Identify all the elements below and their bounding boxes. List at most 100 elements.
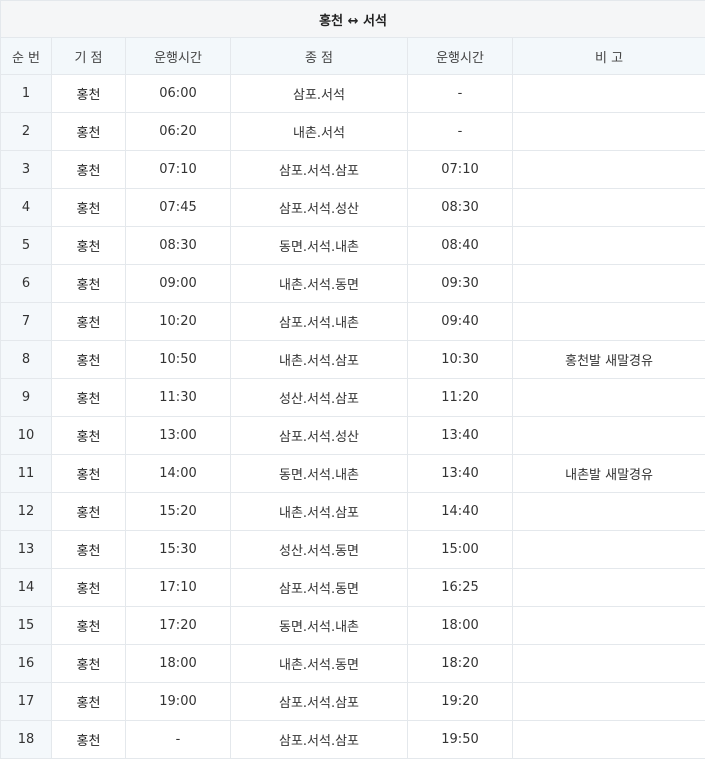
destination-cell: 삼포.서석.삼포 (231, 683, 408, 721)
departure-time-cell: 15:30 (126, 531, 231, 569)
origin-cell: 홍천 (52, 379, 126, 417)
return-time-cell: 11:20 (408, 379, 513, 417)
return-time-cell: 10:30 (408, 341, 513, 379)
row-number: 6 (1, 265, 52, 303)
origin-cell: 홍천 (52, 645, 126, 683)
table-row: 3홍천07:10삼포.서석.삼포07:10 (1, 151, 705, 189)
table-row: 11홍천14:00동면.서석.내촌13:40내촌발 새말경유 (1, 455, 705, 493)
departure-time-cell: - (126, 721, 231, 759)
remarks-cell: 홍천발 새말경유 (513, 341, 705, 379)
remarks-cell (513, 151, 705, 189)
row-number: 17 (1, 683, 52, 721)
departure-time-cell: 15:20 (126, 493, 231, 531)
destination-cell: 동면.서석.내촌 (231, 455, 408, 493)
remarks-cell (513, 379, 705, 417)
origin-cell: 홍천 (52, 607, 126, 645)
departure-time-cell: 10:20 (126, 303, 231, 341)
header-remarks: 비 고 (513, 38, 705, 75)
departure-time-cell: 09:00 (126, 265, 231, 303)
remarks-cell (513, 607, 705, 645)
table-row: 8홍천10:50내촌.서석.삼포10:30홍천발 새말경유 (1, 341, 705, 379)
row-number: 7 (1, 303, 52, 341)
table-row: 4홍천07:45삼포.서석.성산08:30 (1, 189, 705, 227)
origin-cell: 홍천 (52, 227, 126, 265)
origin-cell: 홍천 (52, 151, 126, 189)
remarks-cell (513, 417, 705, 455)
origin-cell: 홍천 (52, 75, 126, 113)
return-time-cell: 07:10 (408, 151, 513, 189)
row-number: 8 (1, 341, 52, 379)
return-time-cell: 19:50 (408, 721, 513, 759)
return-time-cell: - (408, 113, 513, 151)
return-time-cell: 08:40 (408, 227, 513, 265)
departure-time-cell: 13:00 (126, 417, 231, 455)
row-number: 13 (1, 531, 52, 569)
departure-time-cell: 10:50 (126, 341, 231, 379)
departure-time-cell: 17:10 (126, 569, 231, 607)
origin-cell: 홍천 (52, 341, 126, 379)
remarks-cell (513, 683, 705, 721)
return-time-cell: 18:00 (408, 607, 513, 645)
table-row: 13홍천15:30성산.서석.동면15:00 (1, 531, 705, 569)
bus-schedule-table: 홍천 ↔ 서석 순 번 기 점 운행시간 종 점 운행시간 비 고 1홍천06:… (0, 0, 705, 759)
remarks-cell (513, 645, 705, 683)
row-number: 10 (1, 417, 52, 455)
row-number: 14 (1, 569, 52, 607)
remarks-cell (513, 493, 705, 531)
header-number: 순 번 (1, 38, 52, 75)
departure-time-cell: 14:00 (126, 455, 231, 493)
destination-cell: 삼포.서석.내촌 (231, 303, 408, 341)
remarks-cell: 내촌발 새말경유 (513, 455, 705, 493)
return-time-cell: 19:20 (408, 683, 513, 721)
departure-time-cell: 06:20 (126, 113, 231, 151)
return-time-cell: 13:40 (408, 455, 513, 493)
row-number: 5 (1, 227, 52, 265)
origin-cell: 홍천 (52, 303, 126, 341)
header-departure-time: 운행시간 (126, 38, 231, 75)
row-number: 3 (1, 151, 52, 189)
row-number: 15 (1, 607, 52, 645)
table-row: 16홍천18:00내촌.서석.동면18:20 (1, 645, 705, 683)
remarks-cell (513, 113, 705, 151)
table-row: 7홍천10:20삼포.서석.내촌09:40 (1, 303, 705, 341)
destination-cell: 내촌.서석 (231, 113, 408, 151)
destination-cell: 삼포.서석.동면 (231, 569, 408, 607)
destination-cell: 내촌.서석.동면 (231, 645, 408, 683)
destination-cell: 삼포.서석 (231, 75, 408, 113)
return-time-cell: - (408, 75, 513, 113)
remarks-cell (513, 531, 705, 569)
title-row: 홍천 ↔ 서석 (1, 1, 705, 38)
remarks-cell (513, 75, 705, 113)
remarks-cell (513, 721, 705, 759)
origin-cell: 홍천 (52, 455, 126, 493)
header-row: 순 번 기 점 운행시간 종 점 운행시간 비 고 (1, 38, 705, 75)
destination-cell: 삼포.서석.성산 (231, 189, 408, 227)
remarks-cell (513, 303, 705, 341)
route-title: 홍천 ↔ 서석 (1, 1, 705, 38)
return-time-cell: 15:00 (408, 531, 513, 569)
departure-time-cell: 11:30 (126, 379, 231, 417)
remarks-cell (513, 227, 705, 265)
row-number: 2 (1, 113, 52, 151)
table-row: 1홍천06:00삼포.서석- (1, 75, 705, 113)
origin-cell: 홍천 (52, 683, 126, 721)
table-row: 9홍천11:30성산.서석.삼포11:20 (1, 379, 705, 417)
destination-cell: 삼포.서석.삼포 (231, 151, 408, 189)
origin-cell: 홍천 (52, 721, 126, 759)
departure-time-cell: 18:00 (126, 645, 231, 683)
table-row: 10홍천13:00삼포.서석.성산13:40 (1, 417, 705, 455)
schedule-body: 1홍천06:00삼포.서석-2홍천06:20내촌.서석-3홍천07:10삼포.서… (1, 75, 705, 759)
row-number: 9 (1, 379, 52, 417)
row-number: 4 (1, 189, 52, 227)
destination-cell: 내촌.서석.삼포 (231, 341, 408, 379)
origin-cell: 홍천 (52, 569, 126, 607)
return-time-cell: 18:20 (408, 645, 513, 683)
departure-time-cell: 08:30 (126, 227, 231, 265)
remarks-cell (513, 189, 705, 227)
header-return-time: 운행시간 (408, 38, 513, 75)
departure-time-cell: 07:10 (126, 151, 231, 189)
table-row: 2홍천06:20내촌.서석- (1, 113, 705, 151)
origin-cell: 홍천 (52, 531, 126, 569)
row-number: 11 (1, 455, 52, 493)
table-row: 18홍천-삼포.서석.삼포19:50 (1, 721, 705, 759)
